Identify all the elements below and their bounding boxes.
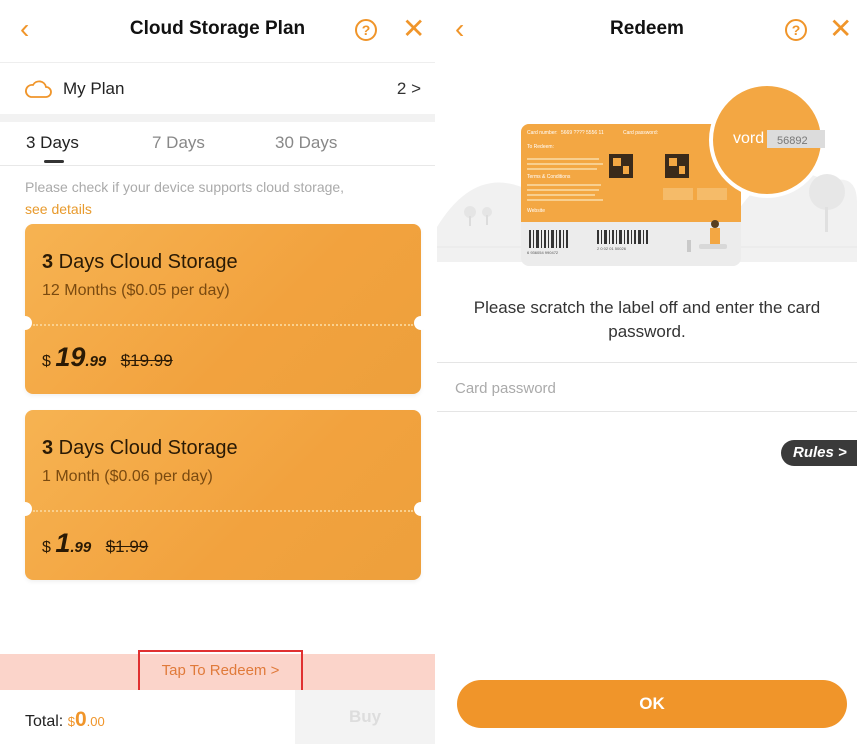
price-currency: $: [42, 539, 51, 556]
to-redeem-heading: To Redeem:: [527, 144, 554, 150]
notice-text: Please check if your device supports clo…: [25, 179, 345, 195]
card-number-value: 5669 ???? 5556 11: [561, 130, 604, 136]
plan-price: $ 1.99 $1.99: [42, 528, 148, 559]
footer-bar: Total: $0.00 Buy: [0, 690, 435, 744]
redeem-screen: ‹ Redeem ? ✕ vord 56892 Card number: 566…: [437, 0, 857, 744]
magnifier-word: vord: [733, 130, 764, 147]
website-label: Website: [527, 208, 545, 214]
tab-7-days[interactable]: 7 Days: [152, 133, 205, 153]
price-integer: 19: [55, 342, 86, 372]
cloud-icon: [25, 80, 52, 98]
plan-title-text: Days Cloud Storage: [53, 251, 238, 273]
price-currency: $: [42, 353, 51, 370]
rules-button[interactable]: Rules >: [781, 440, 857, 466]
tab-30-days[interactable]: 30 Days: [275, 133, 337, 153]
plan-title-text: Days Cloud Storage: [53, 437, 238, 459]
plan-days: 3: [42, 251, 54, 273]
barcode-number-left: 6 936054 990472: [527, 250, 559, 255]
card-notch: [414, 316, 428, 330]
tab-3-days[interactable]: 3 Days: [26, 133, 79, 153]
header: ‹ Cloud Storage Plan ? ✕: [0, 0, 435, 62]
help-icon[interactable]: ?: [785, 19, 807, 41]
my-plan-count[interactable]: 2 >: [397, 79, 421, 99]
duration-tabs: 3 Days 7 Days 30 Days: [0, 122, 435, 166]
screen-root: ‹ Cloud Storage Plan ? ✕ My Plan 2 > 3 D…: [0, 0, 857, 744]
section-separator: [0, 114, 435, 122]
device-support-notice: Please check if your device supports clo…: [25, 176, 425, 220]
help-icon[interactable]: ?: [355, 19, 377, 41]
total-amount: Total: $0.00: [25, 708, 105, 732]
ok-button[interactable]: OK: [457, 680, 847, 728]
plan-card-subtitle: 12 Months ($0.05 per day): [42, 282, 230, 299]
card-dotted-divider: [33, 324, 413, 326]
gift-card-illustration: vord 56892 Card number: 5669 ???? 5556 1…: [437, 82, 857, 266]
plan-card-title: 3 Days Cloud Storage: [42, 437, 238, 460]
my-plan-row[interactable]: My Plan 2 >: [0, 62, 435, 114]
card-notch: [18, 502, 32, 516]
card-password-label: Card password:: [623, 130, 658, 136]
active-tab-indicator: [44, 160, 64, 163]
barcode-number-right: 2 0 02 01 50026: [597, 246, 627, 251]
plan-price: $ 19.99 $19.99: [42, 342, 173, 373]
plan-card-title: 3 Days Cloud Storage: [42, 251, 238, 274]
cloud-storage-plan-screen: ‹ Cloud Storage Plan ? ✕ My Plan 2 > 3 D…: [0, 0, 435, 744]
total-currency: $: [67, 714, 75, 729]
price-integer: 1: [55, 528, 71, 558]
total-label: Total:: [25, 713, 64, 730]
plan-card[interactable]: 3 Days Cloud Storage 1 Month ($0.06 per …: [18, 410, 428, 580]
original-price: $1.99: [105, 537, 149, 556]
total-decimal: .00: [86, 714, 105, 729]
price-decimal: .99: [85, 353, 107, 370]
tap-to-redeem-button[interactable]: Tap To Redeem >: [138, 650, 303, 692]
magnifier-code: 56892: [777, 135, 808, 147]
total-integer: 0: [74, 708, 87, 731]
plan-days: 3: [42, 437, 54, 459]
my-plan-label: My Plan: [63, 79, 125, 98]
close-icon[interactable]: ✕: [402, 12, 425, 46]
card-dotted-divider: [33, 510, 413, 512]
card-password-field[interactable]: [437, 362, 857, 412]
buy-button[interactable]: Buy: [295, 690, 435, 744]
header: ‹ Redeem ? ✕: [437, 0, 857, 62]
card-password-input[interactable]: [455, 375, 845, 401]
close-icon[interactable]: ✕: [829, 12, 852, 46]
original-price: $19.99: [120, 351, 173, 370]
plan-card-subtitle: 1 Month ($0.06 per day): [42, 468, 213, 485]
card-notch: [18, 316, 32, 330]
instruction-text: Please scratch the label off and enter t…: [473, 298, 821, 341]
card-number-label: Card number:: [527, 130, 558, 136]
terms-heading: Terms & Conditions: [527, 174, 571, 180]
plan-card[interactable]: 3 Days Cloud Storage 12 Months ($0.05 pe…: [18, 224, 428, 394]
see-details-link[interactable]: see details: [25, 201, 92, 217]
price-decimal: .99: [70, 539, 92, 556]
card-notch: [414, 502, 428, 516]
